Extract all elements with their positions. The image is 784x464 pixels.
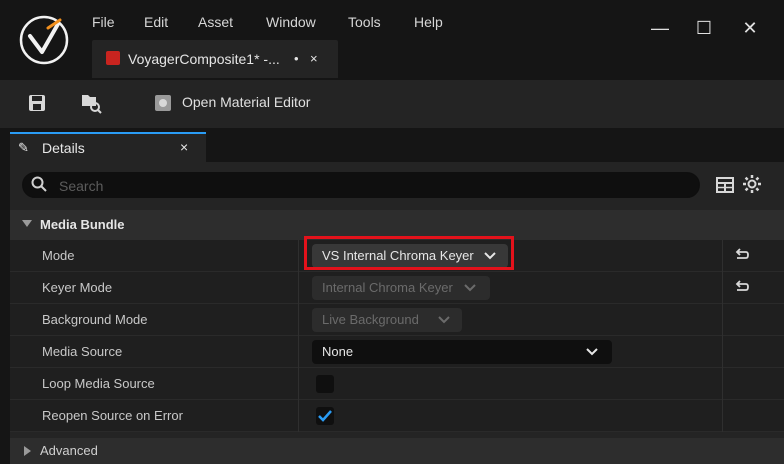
background-mode-dropdown: Live Background <box>312 308 462 332</box>
property-row-background-mode: Background Mode Live Background <box>10 304 784 336</box>
unreal-logo-icon <box>18 14 70 66</box>
search-icon <box>31 176 47 197</box>
reset-to-default-icon[interactable] <box>734 279 750 295</box>
property-name: Reopen Source on Error <box>42 408 183 423</box>
category-advanced[interactable]: Advanced <box>10 438 784 464</box>
property-row-reopen-source-on-error: Reopen Source on Error <box>10 400 784 432</box>
keyer-mode-dropdown: Internal Chroma Keyer <box>312 276 490 300</box>
material-editor-icon[interactable] <box>154 94 172 112</box>
property-row-loop-media-source: Loop Media Source <box>10 368 784 400</box>
property-row-keyer-mode: Keyer Mode Internal Chroma Keyer <box>10 272 784 304</box>
open-material-editor-button[interactable]: Open Material Editor <box>182 94 310 110</box>
save-icon[interactable] <box>28 94 48 116</box>
expand-arrow-icon <box>22 220 32 227</box>
highlight-annotation-box <box>304 236 514 270</box>
maximize-button[interactable]: ☐ <box>692 16 716 40</box>
menu-tools[interactable]: Tools <box>348 14 381 34</box>
reset-to-default-icon[interactable] <box>734 247 750 263</box>
material-asset-icon <box>106 51 120 65</box>
media-source-dropdown[interactable]: None <box>312 340 612 364</box>
close-details-button[interactable]: × <box>180 139 188 155</box>
browse-asset-icon[interactable] <box>80 92 102 114</box>
document-tab[interactable]: VoyagerComposite1* -... • × <box>92 40 338 78</box>
menu-asset[interactable]: Asset <box>198 14 233 34</box>
keyer-mode-value: Internal Chroma Keyer <box>322 280 453 295</box>
loop-media-source-checkbox[interactable] <box>316 375 334 393</box>
details-pencil-icon: ✎ <box>18 140 29 155</box>
background-mode-value: Live Background <box>322 312 419 327</box>
menu-window[interactable]: Window <box>266 14 316 34</box>
details-tab-label: Details <box>42 140 85 156</box>
property-row-media-source: Media Source None <box>10 336 784 368</box>
menu-edit[interactable]: Edit <box>144 14 168 34</box>
tab-details[interactable]: ✎ Details × <box>10 132 206 162</box>
toolbar <box>0 80 784 128</box>
table-view-icon[interactable] <box>716 176 734 194</box>
settings-gear-icon[interactable] <box>742 174 762 194</box>
property-name: Media Source <box>42 344 123 359</box>
unsaved-indicator: • <box>294 51 299 66</box>
property-name: Background Mode <box>42 312 148 327</box>
document-tab-label: VoyagerComposite1* -... <box>128 51 280 67</box>
menu-file[interactable]: File <box>92 14 115 34</box>
expand-arrow-icon <box>24 446 31 456</box>
media-source-value: None <box>322 344 354 359</box>
minimize-button[interactable]: — <box>648 16 672 40</box>
checkmark-icon <box>318 410 332 422</box>
close-window-button[interactable]: ✕ <box>738 16 762 40</box>
search-box[interactable] <box>22 172 700 198</box>
property-name: Loop Media Source <box>42 376 155 391</box>
menu-help[interactable]: Help <box>414 14 443 34</box>
property-name: Mode <box>42 248 75 263</box>
reopen-source-on-error-checkbox[interactable] <box>316 407 334 425</box>
close-tab-button[interactable]: × <box>310 51 318 66</box>
advanced-label: Advanced <box>40 443 98 458</box>
property-name: Keyer Mode <box>42 280 113 295</box>
search-input[interactable] <box>57 176 661 196</box>
category-label: Media Bundle <box>40 217 125 232</box>
